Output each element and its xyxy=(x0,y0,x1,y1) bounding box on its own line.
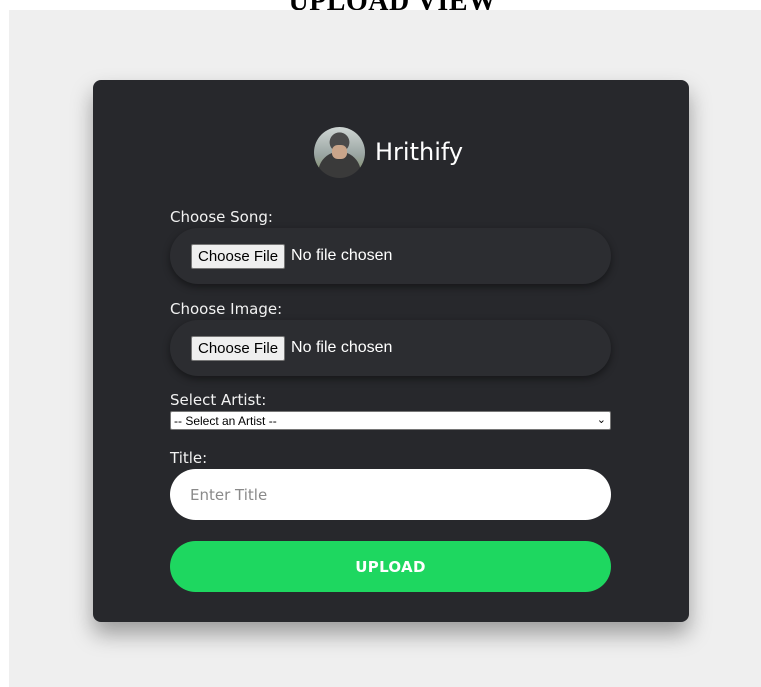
song-file-status: No file chosen xyxy=(291,247,393,264)
choose-song-button[interactable]: Choose File xyxy=(191,243,286,269)
artist-select[interactable]: -- Select an Artist -- ⌄ xyxy=(170,411,611,430)
upload-button[interactable]: UPLOAD xyxy=(170,541,611,592)
chevron-down-icon: ⌄ xyxy=(596,414,606,426)
brand-name: Hrithify xyxy=(375,138,464,166)
choose-image-button[interactable]: Choose File xyxy=(191,335,286,361)
image-file-status: No file chosen xyxy=(291,339,393,356)
image-file-field: Choose File No file chosen xyxy=(170,320,611,376)
avatar xyxy=(314,126,365,178)
brand: Hrithify xyxy=(314,126,463,178)
image-label: Choose Image: xyxy=(170,300,283,318)
title-label: Title: xyxy=(170,449,208,467)
song-label: Choose Song: xyxy=(170,208,273,226)
page-background: Hrithify Choose Song: Choose File No fil… xyxy=(9,10,761,687)
title-input[interactable] xyxy=(170,469,611,520)
artist-label: Select Artist: xyxy=(170,391,267,409)
upload-form-card: Hrithify Choose Song: Choose File No fil… xyxy=(93,80,689,622)
artist-select-value: -- Select an Artist -- xyxy=(174,413,277,428)
song-file-field: Choose File No file chosen xyxy=(170,228,611,284)
